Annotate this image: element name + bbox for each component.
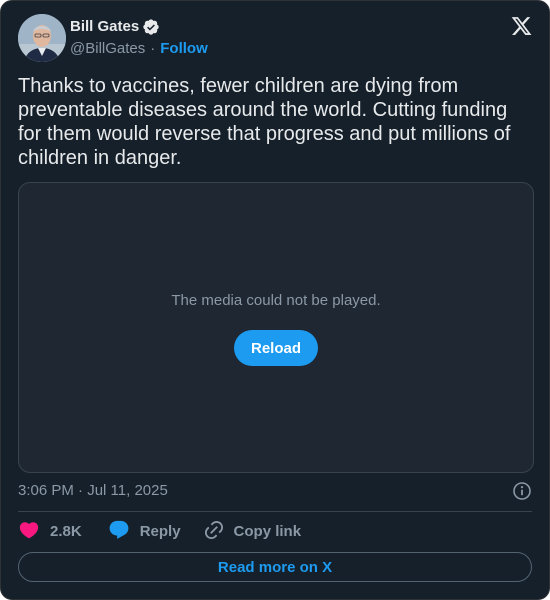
media-player[interactable]: The media could not be played. Reload [18,182,534,473]
follow-link[interactable]: Follow [160,40,208,58]
link-icon [203,519,225,546]
like-count: 2.8K [50,523,82,540]
copy-link-label: Copy link [233,523,302,540]
heart-icon [18,519,40,546]
author-name[interactable]: Bill Gates [70,18,139,36]
copy-link-button[interactable]: Copy link [203,519,302,546]
like-button[interactable]: 2.8K [18,519,82,546]
verified-badge-icon [142,18,160,36]
x-logo-icon[interactable] [510,15,533,37]
read-more-button[interactable]: Read more on X [18,552,532,582]
embedded-post-card: Bill Gates @BillGates · Follow Thanks to… [0,0,550,600]
reply-label: Reply [139,523,181,540]
author-handle-row: @BillGates · Follow [70,40,208,58]
avatar[interactable] [18,14,66,62]
action-bar: 2.8K Reply Copy link [18,520,301,544]
author-handle[interactable]: @BillGates [70,40,145,58]
divider [18,511,532,512]
media-error-message: The media could not be played. [171,292,381,309]
info-icon[interactable] [512,481,532,501]
post-text: Thanks to vaccines, fewer children are d… [18,75,511,169]
post-timestamp[interactable]: 3:06 PM · Jul 11, 2025 [18,482,168,500]
reload-button[interactable]: Reload [234,330,318,366]
reply-button[interactable]: Reply [108,519,181,546]
reply-bubble-icon [108,519,130,546]
author-name-row[interactable]: Bill Gates [70,18,160,36]
separator-dot: · [150,40,156,57]
